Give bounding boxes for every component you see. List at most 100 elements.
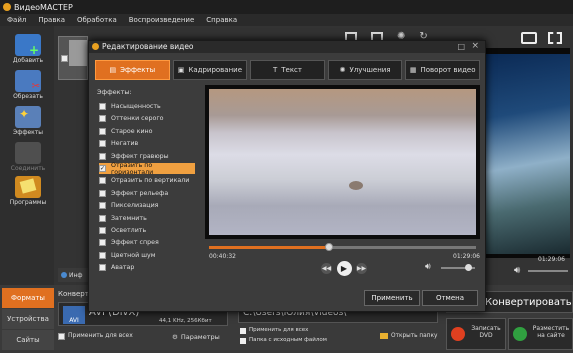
- effect-item[interactable]: Отразить по вертикали: [99, 175, 195, 186]
- cancel-button[interactable]: Отмена: [422, 290, 478, 306]
- apply-all-checkbox[interactable]: [58, 333, 65, 340]
- tab-rotate[interactable]: ▦ Поворот видео: [405, 60, 480, 80]
- effect-checkbox[interactable]: [99, 227, 106, 234]
- effect-label: Насыщенность: [111, 103, 161, 110]
- join-icon: [15, 142, 41, 164]
- effect-item[interactable]: Эффект спрея: [99, 237, 195, 248]
- cut-button[interactable]: ✂ Обрезать: [8, 70, 48, 105]
- effect-label: Эффект спрея: [111, 239, 159, 247]
- effect-item[interactable]: Эффект гравюры: [99, 151, 195, 162]
- video-list-item[interactable]: [58, 36, 88, 80]
- publish-icon: [513, 327, 527, 341]
- volume-slider[interactable]: [441, 264, 475, 271]
- effect-label: Эффект гравюры: [111, 152, 169, 160]
- current-time: 00:40:32: [209, 253, 236, 260]
- cancel-button-label: Отмена: [435, 294, 465, 302]
- effect-item[interactable]: Аватар: [99, 262, 195, 273]
- seek-bar[interactable]: [209, 243, 476, 251]
- source-folder-label: Папка с исходным файлом: [249, 337, 327, 343]
- snapshot-icon[interactable]: [521, 32, 537, 44]
- effect-checkbox[interactable]: [99, 152, 106, 160]
- tab-crop[interactable]: ▣ Кадрирование: [172, 60, 248, 80]
- open-folder-button[interactable]: Открыть папку: [380, 330, 438, 342]
- menu-help[interactable]: Справка: [206, 16, 237, 24]
- effect-item[interactable]: Пикселизация: [99, 200, 195, 211]
- join-button[interactable]: Соединить: [8, 142, 48, 177]
- effect-item[interactable]: Эффект рельефа: [99, 188, 195, 199]
- open-folder-label: Открыть папку: [391, 333, 438, 339]
- info-icon: [61, 272, 67, 278]
- effect-item[interactable]: Старое кино: [99, 126, 195, 137]
- programs-button[interactable]: Программы: [8, 176, 48, 211]
- effect-checkbox[interactable]: [99, 264, 106, 272]
- volume-icon[interactable]: 🔊︎: [425, 262, 431, 272]
- avi-format-icon: AVI: [63, 306, 85, 324]
- audio-info: 44,1 KHz, 256Кбит: [159, 318, 212, 324]
- tab-text[interactable]: T Текст: [250, 60, 325, 80]
- effects-tab-icon: ▤: [109, 66, 117, 74]
- effect-checkbox[interactable]: [99, 103, 106, 110]
- effect-checkbox[interactable]: [99, 189, 106, 197]
- effect-checkbox[interactable]: [99, 140, 106, 148]
- effect-checkbox[interactable]: [99, 202, 106, 210]
- dialog-title-bar: Редактирование видео □ ×: [89, 41, 485, 53]
- join-label: Соединить: [10, 165, 46, 172]
- preview-time: 01:29:06: [538, 256, 565, 263]
- rewind-icon[interactable]: ◀◀: [321, 262, 332, 274]
- tab-devices[interactable]: Устройства: [2, 309, 54, 329]
- gear-icon: ⚙: [172, 332, 178, 341]
- menu-file[interactable]: Файл: [7, 16, 26, 24]
- effect-label: Цветной шум: [111, 251, 156, 259]
- dialog-maximize-icon[interactable]: □: [457, 42, 465, 51]
- info-tab[interactable]: Инф: [58, 268, 88, 282]
- effect-checkbox[interactable]: [99, 251, 106, 259]
- menu-process[interactable]: Обработка: [77, 16, 117, 24]
- tab-enhance[interactable]: ✺ Улучшения: [327, 60, 403, 80]
- play-icon[interactable]: ▶: [336, 260, 352, 276]
- effect-checkbox[interactable]: ✓: [99, 165, 106, 172]
- publish-button[interactable]: Разместить на сайте: [508, 318, 573, 350]
- preview-volume-icon[interactable]: 🔊︎: [514, 265, 520, 276]
- effect-checkbox[interactable]: [99, 177, 106, 185]
- folder-icon: [380, 333, 388, 339]
- forward-icon[interactable]: ▶▶: [356, 262, 367, 274]
- effects-button[interactable]: ✦ Эффекты: [8, 106, 48, 141]
- video-checkbox[interactable]: [61, 55, 68, 62]
- effect-checkbox[interactable]: [99, 127, 106, 135]
- seek-bar-handle[interactable]: [325, 243, 334, 251]
- effect-label: Отразить по вертикали: [111, 177, 190, 185]
- effect-item[interactable]: Насыщенность: [99, 101, 195, 112]
- volume-slider-handle[interactable]: [465, 264, 473, 271]
- scissors-icon: ✂: [15, 70, 41, 92]
- dialog-close-icon[interactable]: ×: [471, 41, 479, 51]
- apply-button[interactable]: Применить: [364, 290, 420, 306]
- preview-volume-slider[interactable]: [528, 270, 568, 272]
- effect-item[interactable]: Оттенки серого: [99, 113, 195, 124]
- effect-checkbox[interactable]: [99, 115, 106, 123]
- effect-item[interactable]: Негатив: [99, 138, 195, 149]
- effect-checkbox[interactable]: [99, 239, 106, 247]
- tab-sites[interactable]: Сайты: [2, 330, 54, 350]
- tab-formats[interactable]: Форматы: [2, 288, 54, 308]
- add-button[interactable]: + Добавить: [8, 34, 48, 69]
- effect-label: Эффект рельефа: [111, 189, 169, 197]
- tab-effects[interactable]: ▤ Эффекты: [95, 60, 170, 80]
- effect-item[interactable]: ✓ Отразить по горизонтали: [99, 162, 195, 176]
- menu-playback[interactable]: Воспроизведение: [129, 16, 195, 24]
- effect-item[interactable]: Цветной шум: [99, 250, 195, 261]
- fullscreen-icon[interactable]: [548, 32, 562, 44]
- effect-item[interactable]: Осветлить: [99, 225, 195, 236]
- menu-edit[interactable]: Правка: [38, 16, 65, 24]
- burn-dvd-button[interactable]: Записать DVD: [446, 318, 506, 350]
- params-button[interactable]: ⚙ Параметры: [172, 330, 224, 343]
- text-tab-icon: T: [272, 66, 278, 74]
- apply-all-2-checkbox[interactable]: [240, 328, 246, 334]
- effect-item[interactable]: Затемнить: [99, 213, 195, 224]
- effect-checkbox[interactable]: [99, 214, 106, 222]
- effect-label: Аватар: [111, 264, 135, 272]
- source-folder-checkbox[interactable]: [240, 338, 246, 344]
- effect-label: Оттенки серого: [111, 115, 164, 123]
- total-time: 01:29:06: [453, 253, 480, 260]
- app-window: ВидеоМАСТЕР Файл Правка Обработка Воспро…: [0, 0, 573, 353]
- tab-text-label: Текст: [281, 66, 302, 74]
